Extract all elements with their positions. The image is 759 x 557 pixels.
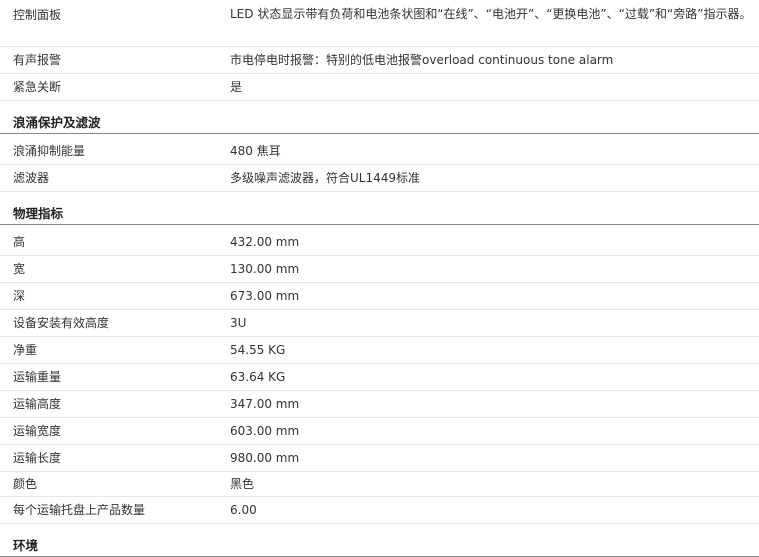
spec-row-filter: 滤波器 多级噪声滤波器，符合UL1449标准 bbox=[0, 165, 759, 192]
spec-value: 3U bbox=[230, 316, 247, 330]
spec-value: 多级噪声滤波器，符合UL1449标准 bbox=[230, 171, 421, 185]
spec-row-net-weight: 净重 54.55 KG bbox=[0, 337, 759, 364]
spec-value: 63.64 KG bbox=[230, 370, 286, 384]
spec-value: LED 状态显示带有负荷和电池条状图和“在线”、“电池开”、“更换电池”、“过载… bbox=[230, 7, 752, 21]
spec-value: 673.00 mm bbox=[230, 289, 300, 303]
section-title: 浪涌保护及滤波 bbox=[13, 115, 101, 130]
spec-label: 运输长度 bbox=[13, 451, 62, 465]
spec-label: 深 bbox=[13, 289, 26, 303]
spec-row-depth: 深 673.00 mm bbox=[0, 283, 759, 310]
spec-label: 运输宽度 bbox=[13, 424, 62, 438]
spec-row-shipping-length: 运输长度 980.00 mm bbox=[0, 445, 759, 472]
spec-label: 紧急关断 bbox=[13, 80, 62, 94]
spec-value: 980.00 mm bbox=[230, 451, 300, 465]
spec-row-shipping-width: 运输宽度 603.00 mm bbox=[0, 418, 759, 445]
spec-value: 603.00 mm bbox=[230, 424, 300, 438]
spec-value: 6.00 bbox=[230, 503, 257, 517]
spec-label: 高 bbox=[13, 235, 26, 249]
spec-label: 滤波器 bbox=[13, 171, 50, 185]
spec-label: 控制面板 bbox=[13, 8, 62, 22]
spec-row-control-panel: 控制面板 LED 状态显示带有负荷和电池条状图和“在线”、“电池开”、“更换电池… bbox=[0, 0, 759, 47]
spec-label: 颜色 bbox=[13, 477, 38, 491]
spec-row-height: 高 432.00 mm bbox=[0, 229, 759, 256]
section-header-environment: 环境 bbox=[0, 524, 759, 557]
spec-value: 黑色 bbox=[230, 477, 255, 491]
spec-label: 净重 bbox=[13, 343, 38, 357]
section-title: 环境 bbox=[13, 538, 39, 553]
spec-label: 设备安装有效高度 bbox=[13, 316, 110, 330]
section-header-surge: 浪涌保护及滤波 bbox=[0, 101, 759, 134]
section-header-physical: 物理指标 bbox=[0, 192, 759, 225]
spec-label: 宽 bbox=[13, 262, 26, 276]
spec-label: 有声报警 bbox=[13, 53, 62, 67]
spec-label: 运输高度 bbox=[13, 397, 62, 411]
spec-value: 480 焦耳 bbox=[230, 144, 281, 158]
spec-row-surge-energy: 浪涌抑制能量 480 焦耳 bbox=[0, 138, 759, 165]
spec-row-emergency-off: 紧急关断 是 bbox=[0, 74, 759, 101]
spec-row-shipping-height: 运输高度 347.00 mm bbox=[0, 391, 759, 418]
spec-row-width: 宽 130.00 mm bbox=[0, 256, 759, 283]
spec-row-shipping-weight: 运输重量 63.64 KG bbox=[0, 364, 759, 391]
spec-row-audible-alarm: 有声报警 市电停电时报警：特别的低电池报警overload continuous… bbox=[0, 47, 759, 74]
spec-value: 130.00 mm bbox=[230, 262, 300, 276]
spec-row-units-per-pallet: 每个运输托盘上产品数量 6.00 bbox=[0, 497, 759, 524]
spec-value: 54.55 KG bbox=[230, 343, 286, 357]
spec-value: 432.00 mm bbox=[230, 235, 300, 249]
spec-value: 347.00 mm bbox=[230, 397, 300, 411]
spec-label: 浪涌抑制能量 bbox=[13, 144, 86, 158]
spec-label: 运输重量 bbox=[13, 370, 62, 384]
spec-row-rack-height: 设备安装有效高度 3U bbox=[0, 310, 759, 337]
spec-value: 市电停电时报警：特别的低电池报警overload continuous tone… bbox=[230, 53, 614, 67]
spec-label: 每个运输托盘上产品数量 bbox=[13, 503, 146, 517]
spec-value: 是 bbox=[230, 80, 243, 94]
spec-row-color: 颜色 黑色 bbox=[0, 472, 759, 497]
section-title: 物理指标 bbox=[13, 206, 64, 221]
